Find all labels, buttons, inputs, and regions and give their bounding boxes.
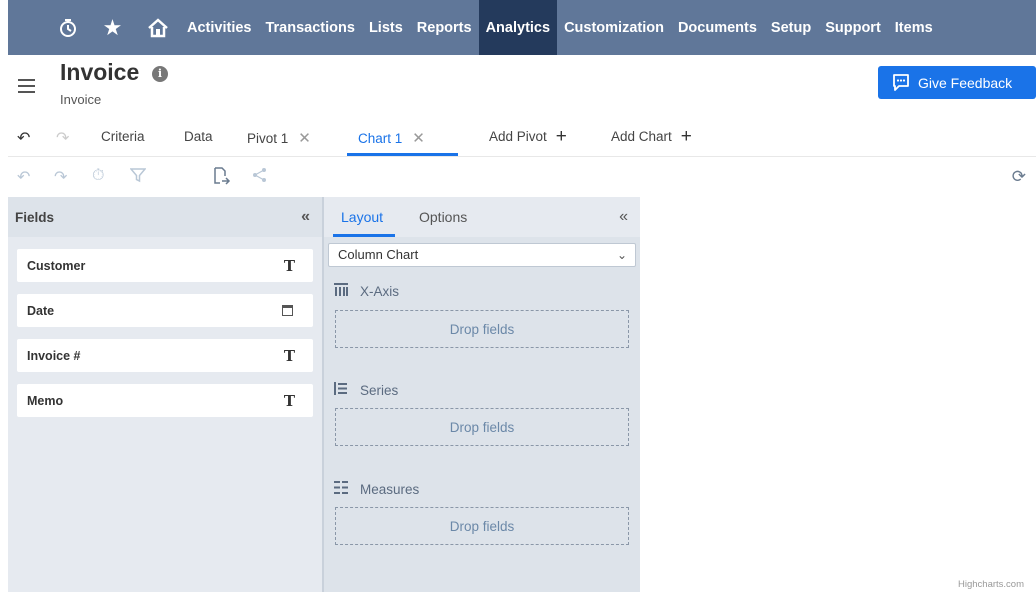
tab-options[interactable]: Options <box>419 209 467 225</box>
add-pivot-button[interactable]: Add Pivot + <box>489 125 567 147</box>
layout-tabs: Layout Options « <box>324 197 640 237</box>
close-icon[interactable]: ✕ <box>298 129 311 147</box>
nav-documents[interactable]: Documents <box>671 0 764 55</box>
fields-title: Fields <box>15 209 55 225</box>
field-date[interactable]: Date <box>17 294 313 327</box>
plus-icon: + <box>680 125 692 147</box>
tab-criteria[interactable]: Criteria <box>101 129 145 144</box>
nav-items[interactable]: Items <box>888 0 940 55</box>
close-icon[interactable]: ✕ <box>412 129 425 147</box>
x-axis-label: X-Axis <box>360 283 400 299</box>
tab-data-label: Data <box>184 129 213 144</box>
collapse-icon[interactable]: « <box>619 208 628 226</box>
chart-type-value: Column Chart <box>338 247 419 262</box>
add-chart-button[interactable]: Add Chart + <box>611 125 692 147</box>
redo-icon[interactable]: ↷ <box>56 128 69 148</box>
tab-pivot-1[interactable]: Pivot 1 ✕ <box>247 129 311 147</box>
active-tab-indicator <box>333 234 395 237</box>
page-title: Invoice <box>60 59 140 85</box>
nav-support[interactable]: Support <box>818 0 888 55</box>
rows-icon <box>334 382 350 398</box>
measures-drop-zone[interactable]: Drop fields <box>335 507 629 545</box>
fields-panel: Fields « Customer T Date Invoice # T Mem… <box>8 197 322 592</box>
chart-type-select[interactable]: Column Chart ⌄ <box>328 243 636 267</box>
series-drop-zone[interactable]: Drop fields <box>335 408 629 446</box>
page-header: Invoice i Invoice Give Feedback <box>8 55 1036 117</box>
field-invoice-number[interactable]: Invoice # T <box>17 339 313 372</box>
field-label: Date <box>27 303 55 318</box>
series-label: Series <box>360 382 399 398</box>
nav-reports[interactable]: Reports <box>410 0 479 55</box>
nav-transactions[interactable]: Transactions <box>258 0 361 55</box>
nav-activities[interactable]: Activities <box>180 0 258 55</box>
x-axis-drop-zone[interactable]: Drop fields <box>335 310 629 348</box>
give-feedback-button[interactable]: Give Feedback <box>878 66 1036 99</box>
share-icon[interactable] <box>252 167 268 188</box>
tab-layout[interactable]: Layout <box>341 209 383 225</box>
export-icon[interactable] <box>213 167 231 190</box>
measures-icon <box>334 481 350 497</box>
chat-icon <box>893 74 909 91</box>
nav-lists[interactable]: Lists <box>362 0 410 55</box>
chart-toolbar: ↶ ↷ ⏱ ⟳ <box>8 157 1036 197</box>
text-type-icon: T <box>283 256 295 275</box>
filter-icon[interactable] <box>129 167 147 188</box>
add-chart-label: Add Chart <box>611 129 672 144</box>
nav-setup[interactable]: Setup <box>764 0 818 55</box>
columns-icon <box>334 283 350 299</box>
tab-data[interactable]: Data <box>184 129 213 144</box>
chevron-down-icon: ⌄ <box>616 248 627 262</box>
tab-pivot-label: Pivot 1 <box>247 130 289 146</box>
undo-icon[interactable]: ↶ <box>17 167 30 187</box>
x-axis-section: X-Axis <box>334 283 399 299</box>
undo-icon[interactable]: ↶ <box>17 128 30 148</box>
highcharts-credit[interactable]: Highcharts.com <box>958 579 1024 590</box>
nav-analytics[interactable]: Analytics <box>478 0 558 55</box>
measures-section: Measures <box>334 481 419 497</box>
field-label: Invoice # <box>27 348 81 363</box>
field-label: Customer <box>27 258 86 273</box>
top-navigation: ★ Activities Transactions Lists Reports … <box>8 0 1036 55</box>
add-pivot-label: Add Pivot <box>489 129 547 144</box>
chart-canvas: Highcharts.com <box>640 197 1036 592</box>
recent-icon[interactable] <box>45 0 90 55</box>
nav-customization[interactable]: Customization <box>557 0 671 55</box>
text-type-icon: T <box>283 391 295 410</box>
collapse-icon[interactable]: « <box>301 208 310 226</box>
field-label: Memo <box>27 393 64 408</box>
menu-icon[interactable] <box>18 79 35 93</box>
timer-icon[interactable]: ⏱ <box>92 167 104 185</box>
tab-bar: ↶ ↷ Criteria Data Pivot 1 ✕ Chart 1 ✕ Add … <box>8 117 1036 157</box>
fields-header: Fields « <box>8 197 322 237</box>
page-subtitle: Invoice <box>60 92 102 107</box>
plus-icon: + <box>555 125 567 147</box>
calendar-icon <box>282 305 293 316</box>
series-section: Series <box>334 382 398 398</box>
layout-panel: Layout Options « Column Chart ⌄ X-Axis D… <box>324 197 640 592</box>
measures-label: Measures <box>360 481 420 497</box>
info-icon[interactable]: i <box>152 66 168 82</box>
field-customer[interactable]: Customer T <box>17 249 313 282</box>
home-icon[interactable] <box>135 0 180 55</box>
redo-icon[interactable]: ↷ <box>54 167 67 187</box>
tab-chart-1[interactable]: Chart 1 ✕ <box>358 129 425 147</box>
text-type-icon: T <box>283 346 295 365</box>
active-tab-indicator <box>347 153 458 156</box>
give-feedback-label: Give Feedback <box>918 74 1013 91</box>
tab-chart-label: Chart 1 <box>358 130 403 146</box>
field-memo[interactable]: Memo T <box>17 384 313 417</box>
tab-criteria-label: Criteria <box>101 129 145 144</box>
refresh-icon[interactable]: ⟳ <box>1012 167 1026 187</box>
star-icon[interactable]: ★ <box>90 0 135 55</box>
